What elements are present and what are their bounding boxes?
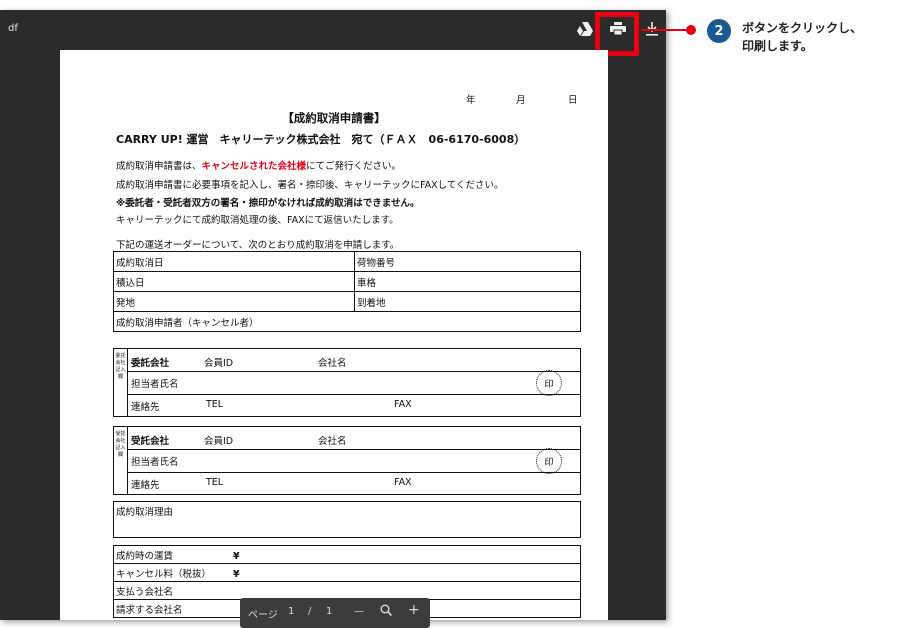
- zoom-out-button[interactable]: —: [354, 606, 364, 617]
- consignor-fax: FAX: [394, 399, 412, 410]
- consignor-company-label: 委託会社: [131, 358, 170, 369]
- consignor-block: 委託会社記入欄 委託会社 会員ID 会社名 担当者氏名 印 連絡先 TEL FA…: [113, 348, 581, 417]
- consignee-contact: 連絡先: [131, 480, 160, 491]
- step-instruction-line1: ボタンをクリックし、: [742, 21, 863, 35]
- origin-label: 発地: [113, 291, 355, 312]
- document-title: 【成約取消申請書】: [282, 111, 386, 125]
- intro-line-2: 成約取消申請書に必要事項を記入し、署名・捺印後、キャリーテックにFAXしてくださ…: [116, 180, 504, 191]
- consignee-tel: TEL: [206, 477, 224, 488]
- cancel-fee-row: キャンセル料（税抜） ¥: [113, 563, 581, 582]
- consignee-member-id: 会員ID: [204, 436, 234, 447]
- page-separator: /: [308, 606, 312, 617]
- page-label: ページ: [248, 610, 278, 621]
- load-date-label: 積込日: [113, 271, 355, 292]
- fare-yen: ¥: [233, 550, 240, 562]
- reason-block: 成約取消理由: [113, 501, 581, 538]
- applicant-label: 成約取消申請者（キャンセル者）: [113, 311, 581, 332]
- consignor-person: 担当者氏名: [131, 379, 179, 390]
- document-page: 年 月 日 【成約取消申請書】 CARRY UP! 運営 キャリーテック株式会社…: [60, 50, 608, 620]
- step-number-badge: 2: [707, 19, 731, 43]
- cancel-date-label: 成約取消日: [113, 251, 355, 272]
- consignor-member-id: 会員ID: [204, 358, 234, 369]
- date-day: 日: [568, 95, 578, 106]
- pdf-viewer: df 年 月 日 【成約取消申請書】 CARRY UP! 運営 キャリーテック株…: [0, 10, 666, 620]
- intro-line-4: キャリーテックにて成約取消処理の後、FAXにて返信いたします。: [116, 215, 399, 226]
- google-drive-add-icon[interactable]: [574, 18, 596, 40]
- intro-line-1: 成約取消申請書は、キャンセルされた会社様にてご発行ください。: [116, 161, 402, 172]
- consignee-company-label: 受託会社: [131, 436, 170, 447]
- consignee-company-name: 会社名: [318, 436, 347, 447]
- fare-label: 成約時の運賃: [116, 550, 174, 562]
- destination-label: 到着地: [354, 291, 581, 312]
- fare-row: 成約時の運賃 ¥: [113, 545, 581, 564]
- page-controls: ページ 1 / 1 — +: [240, 598, 430, 628]
- consignee-person: 担当者氏名: [131, 457, 179, 468]
- callout-connector: [641, 29, 691, 31]
- step-instruction: ボタンをクリックし、 印刷します。: [742, 19, 907, 55]
- vehicle-type-label: 車格: [354, 271, 581, 292]
- date-month: 月: [516, 95, 526, 106]
- payer-label: 支払う会社名: [113, 581, 581, 600]
- cargo-number-label: 荷物番号: [354, 251, 581, 272]
- intro-line-3: ※委託者・受託者双方の署名・捺印がなければ成約取消はできません。: [116, 198, 420, 209]
- zoom-icon[interactable]: [380, 604, 393, 619]
- consignee-side-label: 受託会社記入欄: [114, 427, 128, 494]
- reason-label: 成約取消理由: [116, 507, 174, 518]
- consignor-side-label: 委託会社記入欄: [114, 349, 128, 416]
- order-table: 成約取消日 荷物番号 積込日 車格 発地 到着地 成約取消申請者（キャンセル者）: [113, 251, 581, 332]
- addressee-line: CARRY UP! 運営 キャリーテック株式会社 宛て（ＦＡＸ 06-6170-…: [116, 133, 526, 146]
- zoom-in-button[interactable]: +: [408, 602, 420, 618]
- cancel-fee-yen: ¥: [233, 568, 240, 580]
- callout-dot: [686, 25, 696, 35]
- consignor-tel: TEL: [206, 399, 224, 410]
- consignee-block: 受託会社記入欄 受託会社 会員ID 会社名 担当者氏名 印 連絡先 TEL FA…: [113, 426, 581, 495]
- consignor-company-name: 会社名: [318, 358, 347, 369]
- total-pages: 1: [326, 606, 333, 617]
- step-instruction-line2: 印刷します。: [742, 39, 813, 53]
- consignor-stamp: 印: [536, 370, 562, 396]
- consignee-stamp: 印: [536, 448, 562, 474]
- current-page[interactable]: 1: [288, 606, 294, 617]
- viewer-title: df: [8, 23, 18, 34]
- request-line: 下記の運送オーダーについて、次のとおり成約取消を申請します。: [116, 240, 400, 251]
- consignor-contact: 連絡先: [131, 402, 160, 413]
- consignee-fax: FAX: [394, 477, 412, 488]
- date-year: 年: [466, 95, 476, 106]
- cancel-fee-label: キャンセル料（税抜）: [116, 568, 212, 580]
